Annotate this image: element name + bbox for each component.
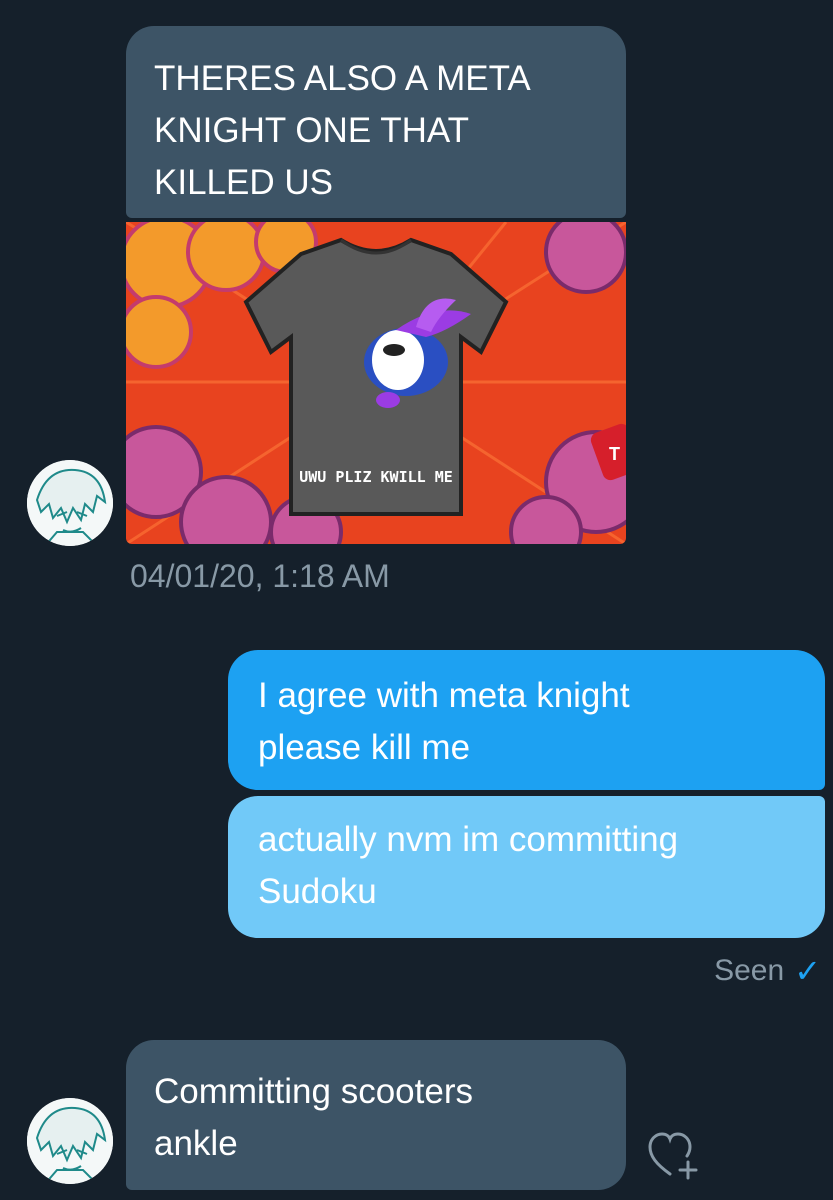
heart-plus-icon[interactable]	[648, 1130, 702, 1180]
message-text-line: ankle	[154, 1124, 238, 1163]
message-text-line: Committing scooters	[154, 1072, 473, 1111]
message-text-line: THERES ALSO A META	[154, 59, 531, 98]
incoming-message-bubble[interactable]: Committing scooters ankle	[126, 1040, 626, 1190]
avatar[interactable]	[27, 1098, 113, 1184]
tshirt-image: T UWU PLIZ KWILL ME	[126, 222, 626, 544]
incoming-message-bubble[interactable]: THERES ALSO A META KNIGHT ONE THAT KILLE…	[126, 26, 626, 218]
avatar-drawing-icon	[27, 1098, 113, 1184]
avatar[interactable]	[27, 460, 113, 546]
avatar-drawing-icon	[27, 460, 113, 546]
seen-label: Seen	[714, 954, 785, 987]
message-text-line: Sudoku	[258, 872, 377, 911]
outgoing-message-bubble[interactable]: actually nvm im committing Sudoku	[228, 796, 825, 938]
message-text-line: I agree with meta knight	[258, 676, 630, 715]
message-text-line: KNIGHT ONE THAT	[154, 111, 470, 150]
message-timestamp: 04/01/20, 1:18 AM	[130, 558, 390, 594]
message-text-line: actually nvm im committing	[258, 820, 679, 859]
check-icon: ✓	[794, 953, 821, 989]
read-receipt: Seen ✓	[714, 952, 821, 990]
outgoing-message-bubble[interactable]: I agree with meta knight please kill me	[228, 650, 825, 790]
message-text-line: please kill me	[258, 728, 471, 767]
image-badge-text: T	[609, 444, 620, 464]
image-caption-text: UWU PLIZ KWILL ME	[299, 468, 453, 486]
message-image[interactable]: T UWU PLIZ KWILL ME	[126, 222, 626, 544]
message-text-line: KILLED US	[154, 163, 333, 202]
